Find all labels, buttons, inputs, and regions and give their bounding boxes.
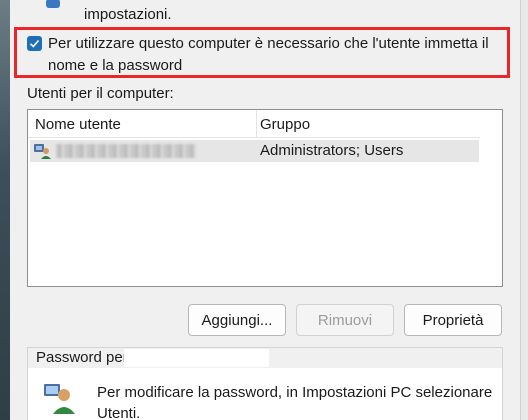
- password-group-title: Password per: [36, 349, 128, 366]
- intro-text: impostazioni.: [84, 6, 172, 23]
- redacted-username-area: [124, 349, 269, 367]
- user-icon: [34, 144, 51, 159]
- table-row[interactable]: Administrators; Users: [30, 140, 479, 162]
- user-group: Administrators; Users: [260, 142, 404, 159]
- checkmark-icon: [29, 39, 40, 48]
- blurred-username: [56, 144, 196, 158]
- remove-button[interactable]: Rimuovi: [296, 304, 394, 336]
- column-header-group[interactable]: Gruppo: [260, 110, 310, 138]
- require-login-checkbox[interactable]: [27, 36, 42, 51]
- table-header: Nome utente Gruppo: [28, 110, 480, 138]
- properties-button[interactable]: Proprietà: [404, 304, 502, 336]
- users-icon: [46, 0, 60, 8]
- window-edge: [520, 0, 528, 420]
- background-desktop-strip: [0, 0, 10, 420]
- user-key-icon: [44, 384, 75, 414]
- require-login-label[interactable]: Per utilizzare questo computer è necessa…: [48, 33, 500, 77]
- users-section-label: Utenti per il computer:: [27, 85, 174, 102]
- add-button[interactable]: Aggiungi...: [188, 304, 286, 336]
- password-instructions: Per modificare la password, in Impostazi…: [97, 384, 493, 420]
- users-list[interactable]: Nome utente Gruppo Administrators; Users: [27, 109, 503, 287]
- column-header-username[interactable]: Nome utente: [35, 110, 257, 138]
